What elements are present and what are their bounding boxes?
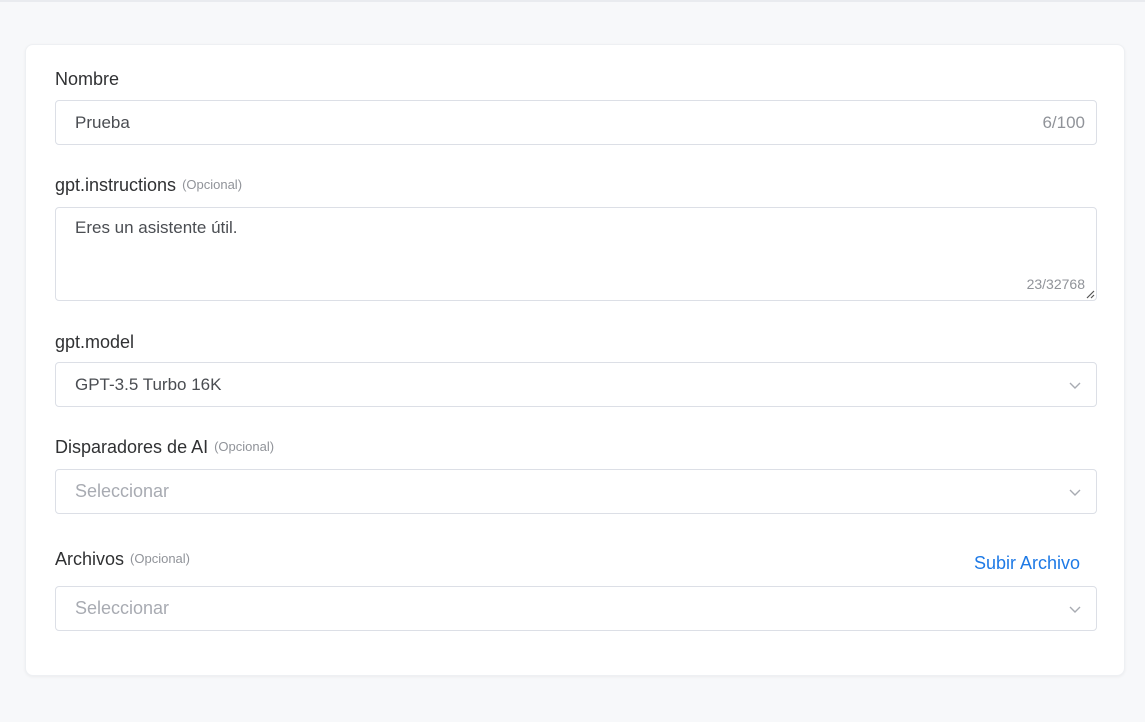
instructions-optional-tag: (Opcional): [182, 177, 243, 192]
model-select[interactable]: GPT-3.5 Turbo 16K: [55, 362, 1097, 407]
instructions-char-counter: 23/32768: [1026, 276, 1085, 292]
triggers-optional-tag: (Opcional): [214, 439, 275, 454]
name-input-value: Prueba: [75, 113, 130, 132]
upload-file-link[interactable]: Subir Archivo: [974, 553, 1080, 574]
instructions-label: gpt.instructions: [55, 175, 177, 195]
name-char-counter: 6/100: [1042, 113, 1085, 132]
name-label: Nombre: [55, 69, 120, 89]
files-label-row: Archivos (Opcional) Subir Archivo: [55, 547, 1095, 574]
triggers-label: Disparadores de AI: [55, 437, 209, 457]
instructions-label-row: gpt.instructions (Opcional): [55, 173, 1095, 197]
files-select-placeholder: Seleccionar: [75, 598, 170, 618]
chevron-down-icon: [1069, 382, 1081, 389]
files-label: Archivos: [55, 549, 125, 569]
name-input[interactable]: Prueba 6/100: [55, 100, 1097, 145]
model-label: gpt.model: [55, 332, 135, 352]
files-optional-tag: (Opcional): [130, 551, 190, 566]
triggers-label-row: Disparadores de AI (Opcional): [55, 435, 1095, 459]
model-label-row: gpt.model: [55, 330, 1095, 354]
assistant-form-card: Nombre Prueba 6/100 gpt.instructions (Op…: [25, 44, 1125, 676]
files-select[interactable]: Seleccionar: [55, 586, 1097, 631]
top-divider: [0, 0, 1145, 2]
chevron-down-icon: [1069, 606, 1081, 613]
triggers-select-placeholder: Seleccionar: [75, 481, 170, 501]
resize-handle-icon[interactable]: [1085, 289, 1095, 299]
name-label-row: Nombre: [55, 67, 1095, 91]
instructions-textarea-value: Eres un asistente útil.: [75, 218, 238, 237]
triggers-select[interactable]: Seleccionar: [55, 469, 1097, 514]
chevron-down-icon: [1069, 489, 1081, 496]
model-select-value: GPT-3.5 Turbo 16K: [75, 375, 222, 394]
instructions-textarea[interactable]: Eres un asistente útil. 23/32768: [55, 207, 1097, 301]
